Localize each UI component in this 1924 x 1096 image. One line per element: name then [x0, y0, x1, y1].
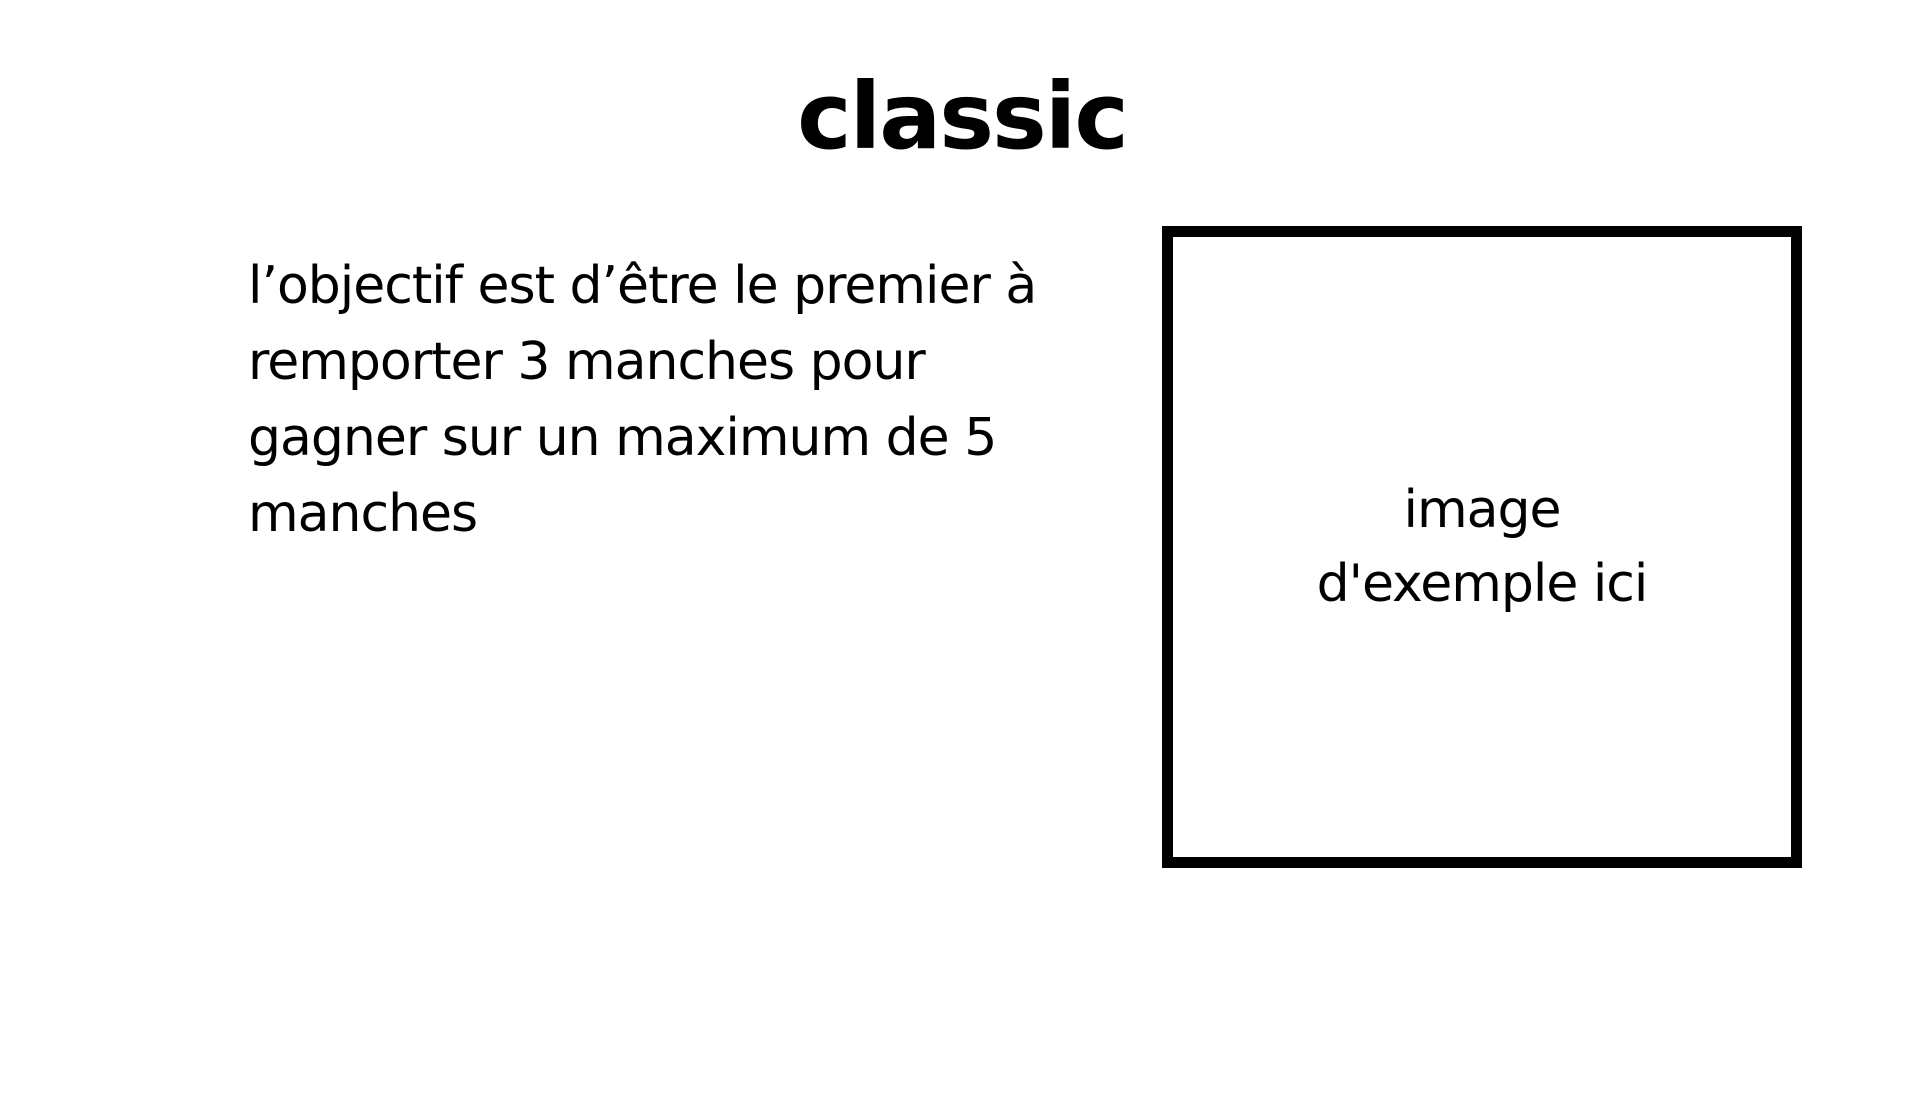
example-image-placeholder: image d'exemple ici [1162, 226, 1802, 868]
rule-description: l’objectif est d’être le premier à rempo… [248, 256, 1037, 544]
slide: classic l’objectif est d’être le premier… [0, 0, 1924, 1096]
slide-title: classic [797, 63, 1129, 170]
image-placeholder-text: image d'exemple ici [1316, 473, 1649, 621]
image-placeholder-line-1: image [1403, 480, 1562, 540]
image-placeholder-line-2: d'exemple ici [1316, 554, 1649, 614]
